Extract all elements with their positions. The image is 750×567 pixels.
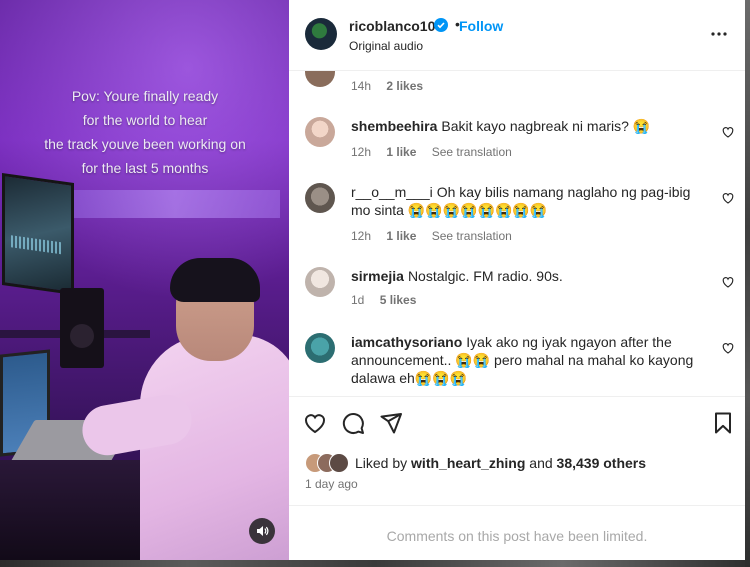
comment-body: r__o__m___i Oh kay bilis namang naglaho n… [351, 183, 706, 219]
background-page-edge [745, 0, 750, 567]
post-video[interactable]: Pov: Youre finally ready for the world t… [0, 0, 289, 560]
comments-list[interactable]: 14h 2 likes shembeehira Bakit kayo nagbre… [289, 71, 745, 396]
caption-line: for the world to hear [82, 112, 208, 128]
comment-meta: 12h 1 like See translation [351, 145, 524, 159]
like-comment-icon[interactable] [721, 275, 735, 289]
like-comment-icon[interactable] [721, 341, 735, 355]
comment-meta: 12h 1 like See translation [351, 229, 524, 243]
commenter-username[interactable]: iamcathysoriano [351, 334, 462, 350]
caption-line: Pov: Youre finally ready [71, 88, 219, 104]
comment-meta: 14h 2 likes [351, 79, 435, 93]
more-options-icon [711, 32, 727, 36]
comment-likes[interactable]: 5 likes [380, 293, 417, 307]
studio-monitor [2, 172, 74, 296]
comment-time: 1d [351, 293, 365, 307]
person-hair [170, 258, 260, 302]
liked-prefix: Liked by [355, 455, 408, 471]
comment-text: Bakit kayo nagbreak ni maris? 😭 [441, 118, 651, 134]
caption-line: for the last 5 months [81, 160, 209, 176]
liked-by-user-link[interactable]: with_heart_zhing [411, 455, 525, 471]
share-icon[interactable] [379, 411, 403, 435]
follow-button[interactable]: Follow [459, 18, 503, 34]
post-details-panel: ricoblanco100 • Follow Original audio 14… [289, 0, 745, 560]
verified-badge-icon [434, 18, 448, 32]
like-comment-icon[interactable] [721, 191, 735, 205]
comment-time: 12h [351, 145, 372, 159]
post-header: ricoblanco100 • Follow Original audio [289, 0, 745, 71]
comment-body: sirmejia Nostalgic. FM radio. 90s. [351, 267, 706, 285]
liked-and: and [529, 455, 553, 471]
limited-notice-text: Comments on this post have been limited. [386, 528, 648, 544]
commenter-username[interactable]: sirmejia [351, 268, 404, 284]
comment-icon[interactable] [341, 411, 365, 435]
comment-time: 14h [351, 79, 372, 93]
comment-likes[interactable]: 2 likes [386, 79, 423, 93]
likes-count-link[interactable]: 38,439 others [557, 455, 647, 471]
commenter-avatar[interactable] [305, 183, 335, 213]
comment-likes[interactable]: 1 like [386, 229, 416, 243]
studio-speaker [60, 288, 104, 368]
see-translation-link[interactable]: See translation [432, 145, 512, 159]
comment-time: 12h [351, 229, 372, 243]
heart-icon[interactable] [303, 411, 327, 435]
speaker-icon [257, 526, 269, 536]
comments-limited-notice: Comments on this post have been limited. [289, 505, 745, 562]
avatar [329, 453, 349, 473]
video-caption-overlay: Pov: Youre finally ready for the world t… [30, 84, 260, 180]
comment-body: shembeehira Bakit kayo nagbreak ni maris?… [351, 117, 706, 135]
more-options-button[interactable] [709, 24, 729, 44]
window-light [70, 190, 280, 218]
mute-toggle-button[interactable] [249, 518, 275, 544]
commenter-username[interactable]: r__o__m___i [351, 184, 433, 200]
commenter-avatar[interactable] [305, 333, 335, 363]
liked-by-avatars[interactable] [305, 453, 355, 473]
comment-meta: 1d 5 likes [351, 293, 428, 307]
commenter-avatar[interactable] [305, 71, 335, 87]
post-actions: Liked by with_heart_zhing and 38,439 oth… [289, 396, 745, 561]
commenter-username[interactable]: shembeehira [351, 118, 437, 134]
bookmark-icon[interactable] [711, 411, 735, 435]
comment-text: Nostalgic. FM radio. 90s. [407, 268, 563, 284]
comment-body: iamcathysoriano Iyak ako ng iyak ngayon a… [351, 333, 706, 387]
commenter-avatar[interactable] [305, 267, 335, 297]
commenter-avatar[interactable] [305, 117, 335, 147]
comment-likes[interactable]: 1 like [386, 145, 416, 159]
liked-by-summary: Liked by with_heart_zhing and 38,439 oth… [355, 455, 646, 471]
caption-line: the track youve been working on [44, 136, 246, 152]
like-comment-icon[interactable] [721, 125, 735, 139]
audio-link[interactable]: Original audio [349, 39, 423, 53]
studio-desk [0, 460, 150, 560]
author-avatar[interactable] [305, 18, 337, 50]
post-timestamp[interactable]: 1 day ago [305, 477, 358, 491]
see-translation-link[interactable]: See translation [432, 229, 512, 243]
author-username[interactable]: ricoblanco100 [349, 18, 443, 34]
